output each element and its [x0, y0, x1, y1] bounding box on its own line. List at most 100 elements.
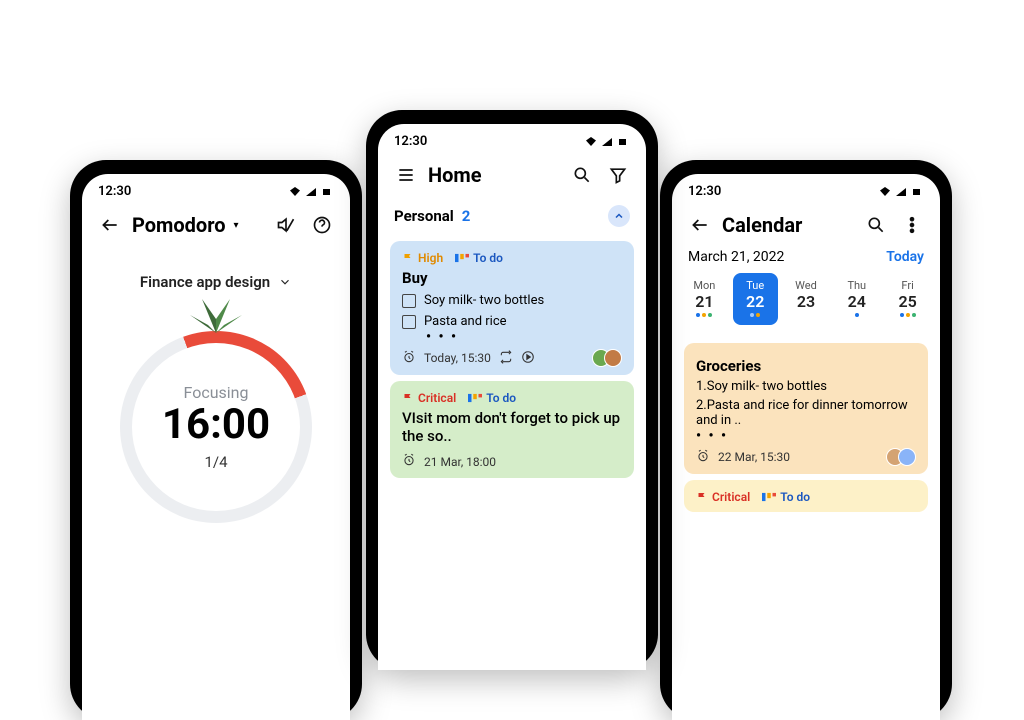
flag-icon [696, 491, 708, 503]
signal-icon [600, 136, 614, 148]
task-title: VIsit mom don't forget to pick up the so… [402, 409, 622, 445]
task-card-visit[interactable]: Critical To do VIsit mom don't forget to… [390, 381, 634, 478]
calendar-topbar: Calendar [672, 203, 940, 249]
wifi-icon [288, 186, 302, 198]
checkbox[interactable] [402, 315, 416, 329]
mute-button[interactable] [272, 211, 300, 239]
search-icon [866, 215, 886, 235]
kanban-chip: To do [455, 251, 503, 265]
day-cell-fri[interactable]: Fri 25 [885, 273, 930, 325]
priority-flag-critical: Critical [402, 391, 456, 405]
arrow-left-icon [100, 215, 120, 235]
help-icon [312, 215, 332, 235]
battery-icon [616, 136, 630, 148]
pomodoro-cycle: 1/4 [204, 453, 227, 471]
kanban-label: To do [473, 251, 503, 265]
wifi-icon [584, 136, 598, 148]
pomodoro-task-picker[interactable]: Finance app design [82, 273, 350, 291]
battery-icon [320, 186, 334, 198]
task-card-buy[interactable]: High To do Buy Soy milk- two bottles Pas… [390, 241, 634, 375]
phone-pomodoro: 12:30 Pomodoro ▾ [70, 160, 362, 720]
task-card-partial[interactable]: Critical To do [684, 480, 928, 512]
help-button[interactable] [308, 211, 336, 239]
phone-calendar: 12:30 Calendar [660, 160, 952, 720]
subtask-label: Pasta and rice [424, 314, 507, 329]
page-title: Pomodoro [132, 213, 226, 237]
kanban-chip: To do [468, 391, 516, 405]
section-name: Personal [394, 207, 454, 225]
section-header-personal[interactable]: Personal 2 [378, 199, 646, 235]
pomodoro-timer[interactable]: Focusing 16:00 1/4 [106, 317, 326, 537]
wifi-icon [878, 186, 892, 198]
week-strip: Mon 21 Tue 22 Wed 23 Thu 24 [672, 273, 940, 335]
status-bar: 12:30 [378, 124, 646, 153]
kanban-label: To do [780, 490, 810, 504]
subtask-label: Soy milk- two bottles [424, 293, 544, 308]
back-button[interactable] [96, 211, 124, 239]
search-button[interactable] [568, 161, 596, 189]
chevron-up-icon [613, 210, 625, 222]
kanban-icon [762, 491, 776, 503]
dropdown-icon[interactable]: ▾ [234, 220, 239, 231]
day-cell-wed[interactable]: Wed 23 [784, 273, 829, 325]
flag-icon [402, 392, 414, 404]
kanban-icon [468, 392, 482, 404]
kanban-label: To do [486, 391, 516, 405]
flag-icon [402, 252, 414, 264]
signal-icon [894, 186, 908, 198]
alarm-icon [696, 449, 710, 466]
more-button[interactable] [898, 211, 926, 239]
avatar [604, 349, 622, 367]
repeat-icon [499, 350, 513, 367]
search-button[interactable] [862, 211, 890, 239]
arrow-left-icon [690, 215, 710, 235]
section-count: 2 [462, 207, 471, 225]
list-line: 2.Pasta and rice for dinner tomorrow and… [696, 398, 916, 428]
day-cell-thu[interactable]: Thu 24 [834, 273, 879, 325]
home-topbar: Home [378, 153, 646, 199]
list-line: 1.Soy milk- two bottles [696, 379, 916, 394]
checkbox[interactable] [402, 294, 416, 308]
priority-flag-critical: Critical [696, 490, 750, 504]
priority-label: High [418, 251, 443, 265]
collapse-button[interactable] [608, 205, 630, 227]
signal-icon [304, 186, 318, 198]
subtask-item[interactable]: Soy milk- two bottles [402, 293, 622, 308]
clock: 12:30 [394, 134, 427, 149]
task-title: Buy [402, 269, 622, 287]
alarm-icon [402, 350, 416, 367]
priority-label: Critical [712, 490, 750, 504]
more-lines: • • • [696, 432, 916, 440]
filter-button[interactable] [604, 161, 632, 189]
subtask-item[interactable]: Pasta and rice [402, 314, 622, 329]
priority-label: Critical [418, 391, 456, 405]
task-title: Groceries [696, 357, 916, 375]
assignees [892, 448, 916, 466]
today-button[interactable]: Today [886, 249, 924, 265]
day-cell-tue[interactable]: Tue 22 [733, 273, 778, 325]
volume-off-icon [276, 215, 296, 235]
clock: 12:30 [98, 184, 131, 199]
status-bar: 12:30 [82, 174, 350, 203]
pomodoro-task-label: Finance app design [140, 273, 270, 291]
menu-button[interactable] [392, 161, 420, 189]
pomodoro-time: 16:00 [162, 402, 270, 448]
due-label: Today, 15:30 [424, 351, 491, 365]
status-icons [878, 186, 924, 198]
status-icons [288, 186, 334, 198]
page-title: Calendar [722, 213, 802, 237]
status-bar: 12:30 [672, 174, 940, 203]
due-label: 21 Mar, 18:00 [424, 455, 496, 469]
search-icon [572, 165, 592, 185]
assignees [598, 349, 622, 367]
battery-icon [910, 186, 924, 198]
page-title: Home [428, 163, 482, 187]
kanban-chip: To do [762, 490, 810, 504]
task-card-groceries[interactable]: Groceries 1.Soy milk- two bottles 2.Past… [684, 343, 928, 474]
day-cell-mon[interactable]: Mon 21 [682, 273, 727, 325]
clock: 12:30 [688, 184, 721, 199]
avatar [898, 448, 916, 466]
pomodoro-topbar: Pomodoro ▾ [82, 203, 350, 249]
play-icon[interactable] [521, 350, 535, 367]
back-button[interactable] [686, 211, 714, 239]
